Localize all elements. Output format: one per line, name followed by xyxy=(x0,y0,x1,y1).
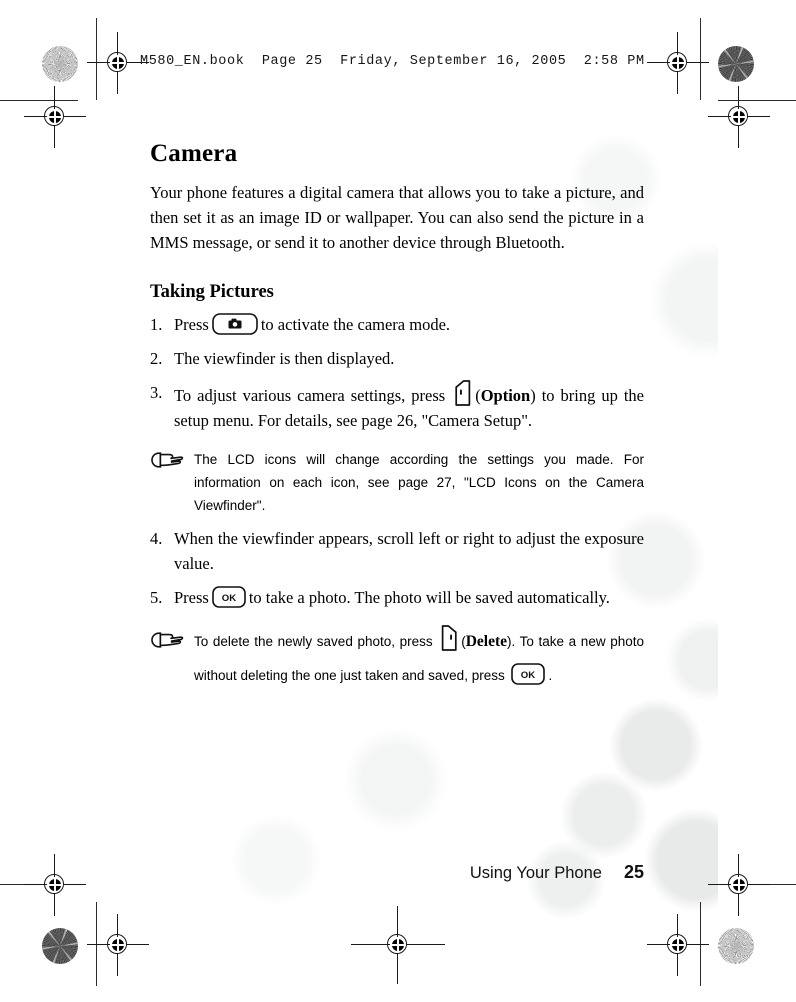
step-2-number: 2. xyxy=(150,349,163,368)
registration-mark-bottom-left xyxy=(87,914,149,976)
svg-text:OK: OK xyxy=(521,670,535,681)
camera-key-icon xyxy=(212,313,258,335)
step-4-number: 4. xyxy=(150,529,163,548)
step-2-text: The viewfinder is then displayed. xyxy=(174,349,395,368)
registration-mark-bottom-center xyxy=(351,906,445,984)
registration-mark-left-upper xyxy=(24,86,86,148)
footer-page-number: 25 xyxy=(623,862,644,882)
trim-guide-left-top xyxy=(96,18,97,100)
step-5: 5. Press OK to take a photo. The photo will… xyxy=(150,585,644,610)
rosette-mark-top-right xyxy=(718,46,754,82)
registration-mark-bottom-right xyxy=(647,914,709,976)
trim-guide-right-top xyxy=(700,18,701,100)
step-1: 1. Press to activate the camera mode. xyxy=(150,312,644,337)
note-delete-photo: To delete the newly saved photo, press (… xyxy=(150,625,644,693)
registration-mark-top-right xyxy=(647,32,709,94)
left-soft-key-icon xyxy=(454,380,472,406)
step-3-number: 3. xyxy=(150,383,163,402)
file-header-line: M580_EN.book Page 25 Friday, September 1… xyxy=(140,54,645,69)
rosette-mark-top-left xyxy=(42,46,78,82)
step-1-text-after: to activate the camera mode. xyxy=(260,315,451,334)
step-1-text-before: Press xyxy=(174,315,209,334)
section-heading-taking-pictures: Taking Pictures xyxy=(150,282,274,302)
step-5-text-before: Press xyxy=(174,588,209,607)
step-3-text-before: To adjust various camera settings, press xyxy=(174,386,446,405)
registration-mark-left-lower xyxy=(24,854,86,916)
step-2: 2. The viewfinder is then displayed. xyxy=(150,346,644,371)
intro-paragraph: Your phone features a digital camera tha… xyxy=(150,183,644,252)
footer-section-label: Using Your Phone xyxy=(469,864,602,882)
step-3: 3. To adjust various camera settings, pre… xyxy=(150,380,644,433)
page-title: Camera xyxy=(150,140,238,167)
note-delete-text-before: To delete the newly saved photo, press xyxy=(194,634,433,649)
rosette-mark-bottom-left xyxy=(42,928,78,964)
ok-key-icon: OK xyxy=(212,586,246,608)
step-5-number: 5. xyxy=(150,588,163,607)
registration-mark-right-upper xyxy=(708,86,770,148)
ok-key-icon-2: OK xyxy=(511,663,546,685)
page-footer: Using Your Phone 25 xyxy=(150,862,644,883)
svg-text:OK: OK xyxy=(222,593,236,604)
registration-mark-right-lower xyxy=(708,854,770,916)
step-4-text: When the viewfinder appears, scroll left… xyxy=(174,529,644,573)
note-lcd-icons: The LCD icons will change according the … xyxy=(150,448,644,517)
page-content: Camera Your phone features a digital cam… xyxy=(150,140,644,693)
step-3-key-label: Option xyxy=(480,386,531,405)
step-1-number: 1. xyxy=(150,315,163,334)
step-5-text-after: to take a photo. The photo will be saved… xyxy=(248,588,610,607)
pointing-hand-icon-2 xyxy=(150,628,184,662)
note-delete-text-after: . xyxy=(548,668,553,683)
registration-mark-top-left xyxy=(87,32,149,94)
rosette-mark-bottom-right xyxy=(718,928,754,964)
right-soft-key-icon xyxy=(440,625,458,651)
note-lcd-icons-text: The LCD icons will change according the … xyxy=(194,452,644,513)
note-delete-key-label: Delete xyxy=(465,633,508,650)
pointing-hand-icon xyxy=(150,451,184,476)
step-4: 4. When the viewfinder appears, scroll le… xyxy=(150,526,644,576)
